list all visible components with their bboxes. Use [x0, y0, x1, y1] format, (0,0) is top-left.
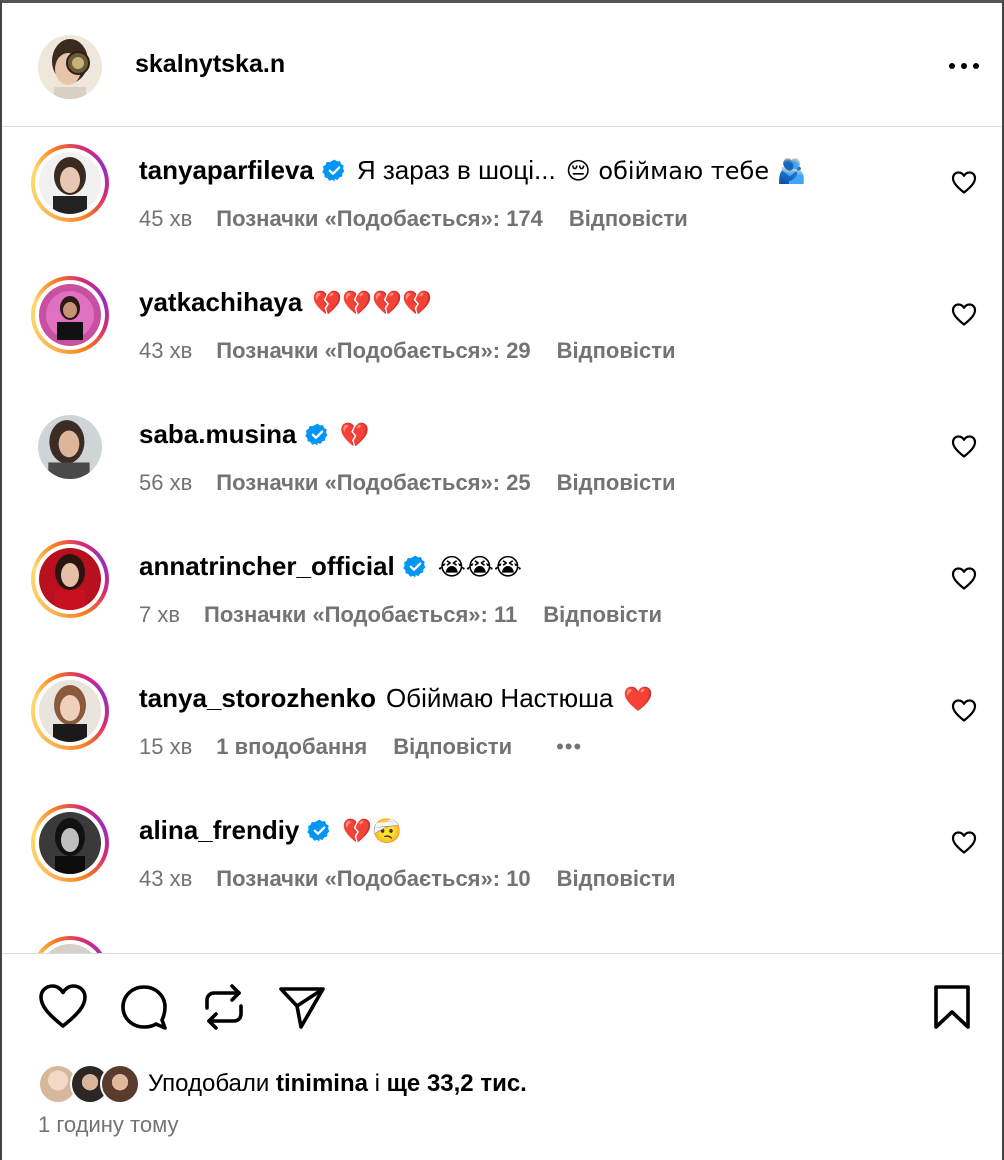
comment-row: yatkachihaya 💔💔💔💔 43 хв Позначки «Подобаєть…: [2, 260, 1002, 380]
commenter-username[interactable]: tanyaparfileva: [139, 155, 314, 186]
commenter-avatar[interactable]: [31, 672, 109, 750]
comment-likes[interactable]: 1 вподобання: [216, 734, 367, 760]
comment-emoji: 💔💔💔💔: [312, 288, 432, 317]
likes-prefix: Уподобали: [148, 1070, 270, 1097]
commenter-username[interactable]: saba.musina: [139, 419, 297, 450]
send-icon[interactable]: [277, 984, 327, 1030]
comment-time[interactable]: 43 хв: [139, 866, 192, 892]
commenter-username[interactable]: alina_frendiy: [139, 815, 299, 846]
comment-row: tanya_storozhenko Обіймаю Настюша ❤️ 15 хв 1…: [2, 656, 1002, 776]
comment-more-icon[interactable]: •••: [556, 734, 582, 760]
comment-meta: 45 хв Позначки «Подобається»: 174 Відповіс…: [139, 206, 688, 232]
repost-icon[interactable]: [199, 984, 249, 1030]
liker-avatars[interactable]: [38, 1064, 142, 1104]
comment-body: tanyaparfileva Я зараз в шоці... 😔 обіймаю…: [139, 155, 807, 186]
comment-body: alina_frendiy 💔🤕: [139, 815, 402, 846]
comment-row: annatrincher_official 😭😭😭 7 хв Позначки «По…: [2, 524, 1002, 644]
comment-emoji: 💔🤕: [342, 816, 403, 845]
more-options-icon[interactable]: [946, 55, 982, 77]
comment-meta: 15 хв 1 вподобання Відповісти •••: [139, 734, 582, 760]
author-username[interactable]: skalnytska.n: [135, 50, 285, 79]
post-dialog: skalnytska.n tanyaparfileva Я зараз в шоц…: [0, 0, 1004, 1160]
commenter-username[interactable]: tanya_storozhenko: [139, 683, 376, 714]
verified-badge-icon: [322, 158, 347, 183]
heart-icon[interactable]: [38, 984, 88, 1030]
comment-emoji: 💔: [339, 420, 370, 449]
verified-badge-icon: [403, 554, 428, 579]
comment-likes[interactable]: Позначки «Подобається»: 10: [216, 866, 530, 892]
comment-meta: 7 хв Позначки «Подобається»: 11 Відповісти: [139, 602, 662, 628]
like-comment-heart-icon[interactable]: [951, 435, 977, 459]
comment-body: yatkachihaya 💔💔💔💔: [139, 287, 432, 318]
post-timestamp: 1 годину тому: [38, 1112, 179, 1137]
comment-meta: 43 хв Позначки «Подобається»: 29 Відповіст…: [139, 338, 676, 364]
comment-time[interactable]: 45 хв: [139, 206, 192, 232]
comment-row-partial: [2, 920, 1002, 953]
reply-button[interactable]: Відповісти: [557, 470, 676, 496]
comment-row: saba.musina 💔 56 хв Позначки «Подобається»:…: [2, 392, 1002, 512]
comment-row: tanyaparfileva Я зараз в шоці... 😔 обіймаю…: [2, 128, 1002, 248]
likes-middle: і: [374, 1070, 380, 1097]
comment-likes[interactable]: Позначки «Подобається»: 29: [216, 338, 530, 364]
comment-icon[interactable]: [119, 984, 169, 1030]
comment-likes[interactable]: Позначки «Подобається»: 11: [204, 602, 517, 628]
comment-likes[interactable]: Позначки «Подобається»: 25: [216, 470, 530, 496]
like-comment-heart-icon[interactable]: [951, 171, 977, 195]
reply-button[interactable]: Відповісти: [393, 734, 512, 760]
comment-row: alina_frendiy 💔🤕 43 хв Позначки «Подобаєтьс…: [2, 788, 1002, 908]
commenter-avatar[interactable]: [31, 804, 109, 882]
likes-user[interactable]: tinimina: [276, 1070, 368, 1098]
comment-meta: 43 хв Позначки «Подобається»: 10 Відповіст…: [139, 866, 676, 892]
comment-time[interactable]: 43 хв: [139, 338, 192, 364]
reply-button[interactable]: Відповісти: [557, 866, 676, 892]
comments-list: tanyaparfileva Я зараз в шоці... 😔 обіймаю…: [2, 128, 1002, 953]
post-header: skalnytska.n: [2, 3, 1002, 127]
reply-button[interactable]: Відповісти: [569, 206, 688, 232]
comment-meta: 56 хв Позначки «Подобається»: 25 Відповіст…: [139, 470, 676, 496]
comment-time[interactable]: 56 хв: [139, 470, 192, 496]
comment-emoji: 😭😭😭: [437, 552, 522, 581]
action-bar: Уподобали tinimina і ще 33,2 тис. 1 годи…: [2, 953, 1002, 1160]
commenter-username[interactable]: annatrincher_official: [139, 551, 395, 582]
comment-emoji: 😔 обіймаю тебе 🫂: [565, 156, 807, 185]
reply-button[interactable]: Відповісти: [543, 602, 662, 628]
comment-body: tanya_storozhenko Обіймаю Настюша ❤️: [139, 683, 653, 714]
comment-time[interactable]: 7 хв: [139, 602, 180, 628]
commenter-avatar[interactable]: [31, 936, 109, 953]
bookmark-icon[interactable]: [928, 984, 976, 1030]
verified-badge-icon: [304, 422, 330, 447]
commenter-avatar[interactable]: [31, 540, 109, 618]
reply-button[interactable]: Відповісти: [557, 338, 676, 364]
verified-badge-icon: [307, 818, 332, 843]
commenter-avatar[interactable]: [31, 408, 109, 486]
comment-text: Обіймаю Настюша: [385, 683, 614, 713]
comment-body: annatrincher_official 😭😭😭: [139, 551, 522, 582]
likes-count[interactable]: ще 33,2 тис.: [387, 1070, 527, 1098]
comment-likes[interactable]: Позначки «Подобається»: 174: [216, 206, 543, 232]
commenter-avatar[interactable]: [31, 276, 109, 354]
like-comment-heart-icon[interactable]: [951, 567, 977, 591]
like-comment-heart-icon[interactable]: [951, 699, 977, 723]
comment-text: Я зараз в шоці...: [356, 155, 556, 185]
likes-summary: Уподобали tinimina і ще 33,2 тис.: [38, 1064, 527, 1104]
comment-emoji: ❤️: [623, 684, 654, 713]
like-comment-heart-icon[interactable]: [951, 831, 977, 855]
comment-time[interactable]: 15 хв: [139, 734, 192, 760]
commenter-avatar[interactable]: [31, 144, 109, 222]
commenter-username[interactable]: yatkachihaya: [139, 287, 302, 318]
like-comment-heart-icon[interactable]: [951, 303, 977, 327]
comment-body: saba.musina 💔: [139, 419, 369, 450]
author-avatar[interactable]: [38, 35, 102, 99]
liker-avatar: [100, 1064, 140, 1104]
